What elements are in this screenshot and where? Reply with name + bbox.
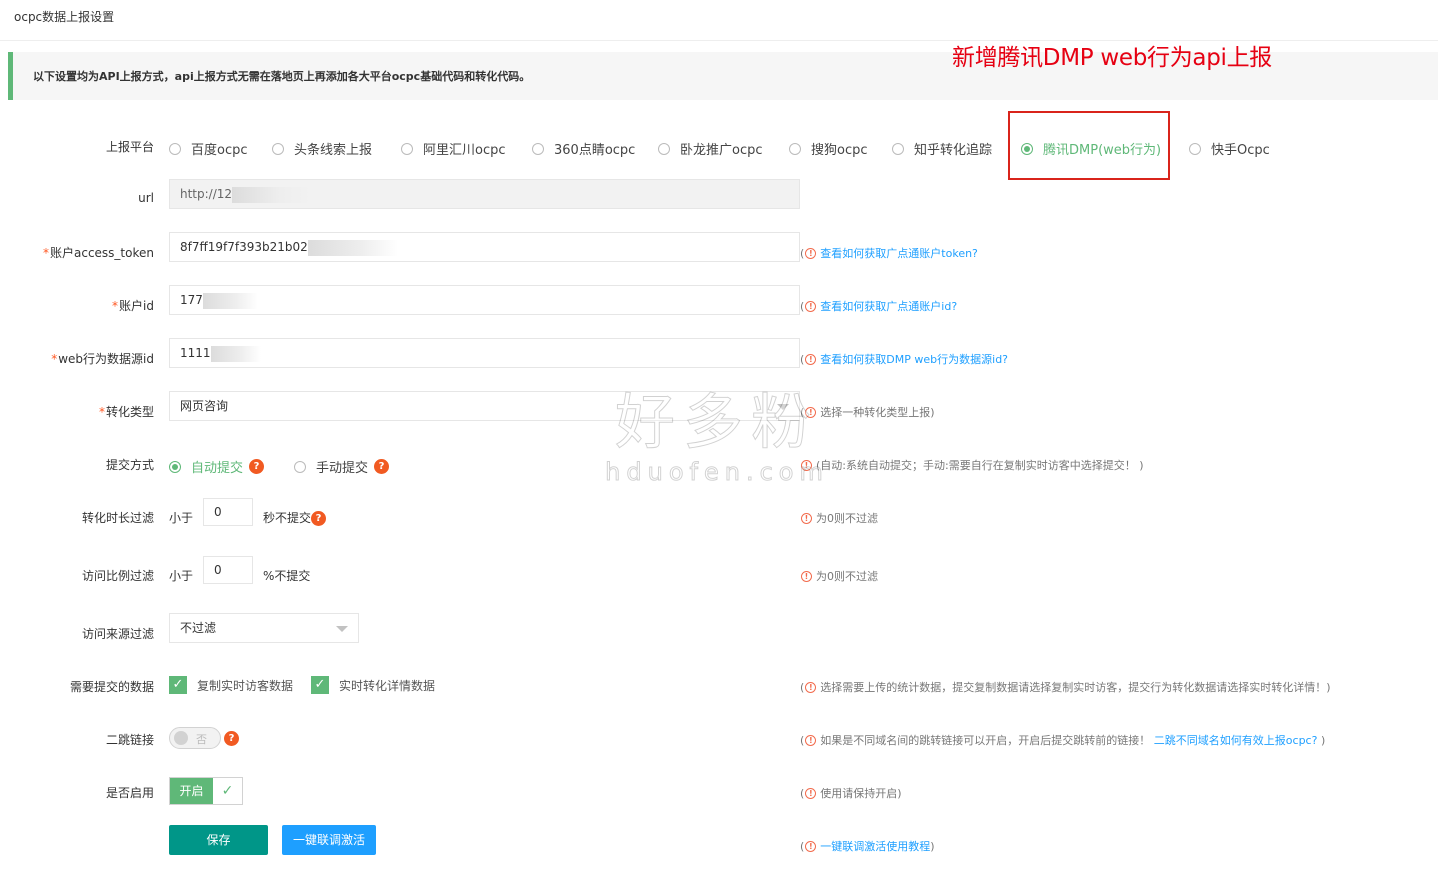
web-source-id-input[interactable]: 1111	[169, 338, 800, 368]
annotation-highlight-box	[1008, 111, 1170, 180]
annotation-text: 新增腾讯DMP web行为api上报	[952, 45, 1272, 71]
data-to-submit-help: (! 选择需要上传的统计数据，提交复制数据请选择复制实时访客，提交行为转化数据请选…	[800, 680, 1331, 695]
account-id-input[interactable]: 177	[169, 285, 800, 315]
info-icon: !	[805, 300, 817, 312]
redirect-link-help: (! 如果是不同域名间的跳转链接可以开启，开启后提交跳转前的链接！ 二跳不同域名如…	[800, 732, 1326, 748]
radio-circle-icon	[169, 142, 181, 155]
radio-circle-icon	[401, 142, 413, 155]
info-icon: !	[801, 459, 812, 471]
platform-option-ali[interactable]: 阿里汇川ocpc	[401, 139, 506, 158]
info-icon: !	[805, 787, 817, 799]
info-icon: !	[805, 406, 817, 418]
radio-circle-icon	[532, 142, 544, 155]
info-icon: !	[805, 734, 817, 746]
submit-mode-label: 提交方式	[105, 458, 154, 472]
ratio-filter-help: ! 为0则不过滤	[800, 568, 878, 584]
info-icon: !	[805, 247, 817, 259]
ratio-filter-prefix: 小于	[169, 569, 194, 583]
ratio-filter-suffix: %不提交	[263, 569, 311, 583]
check-icon: ✓	[169, 676, 187, 694]
web-source-id-help: (! 查看如何获取DMP web行为数据源id?	[800, 351, 1009, 367]
platform-option-wolong[interactable]: 卧龙推广ocpc	[658, 139, 763, 158]
platform-option-360[interactable]: 360点睛ocpc	[532, 139, 635, 158]
redirect-link-label: 二跳链接	[105, 733, 154, 747]
redacted-blur	[210, 345, 261, 362]
save-button[interactable]: 保存	[169, 825, 268, 855]
info-icon: !	[805, 353, 817, 365]
conversion-type-label: *转化类型	[98, 405, 154, 419]
platform-option-sogou[interactable]: 搜狗ocpc	[789, 139, 868, 158]
submit-mode-auto[interactable]: 自动提交?	[169, 457, 265, 476]
duration-filter-help: ! 为0则不过滤	[800, 510, 878, 526]
question-icon[interactable]: ?	[374, 459, 390, 474]
web-source-id-help-link[interactable]: 查看如何获取DMP web行为数据源id?	[820, 351, 1008, 367]
chevron-down-icon	[777, 404, 789, 410]
source-filter-label: 访问来源过滤	[81, 627, 154, 641]
redirect-link-toggle[interactable]: 否	[169, 727, 221, 749]
submit-mode-help: ! (自动:系统自动提交；手动:需要自行在复制实时访客中选择提交！ )	[800, 457, 1144, 473]
data-to-submit-label: 需要提交的数据	[69, 680, 154, 694]
check-icon: ✓	[311, 676, 329, 694]
platform-option-baidu[interactable]: 百度ocpc	[169, 139, 248, 158]
ratio-filter-label: 访问比例过滤	[81, 569, 154, 583]
page-title: ocpc数据上报设置	[14, 10, 115, 24]
enabled-help: (! 使用请保持开启)	[800, 786, 902, 801]
radio-circle-icon	[789, 142, 801, 155]
source-filter-select[interactable]: 不过滤	[169, 613, 359, 643]
url-label: url	[138, 191, 154, 205]
info-icon: !	[801, 570, 812, 582]
access-token-label: *账户access_token	[43, 246, 154, 260]
ratio-filter-input[interactable]: 0	[203, 556, 253, 584]
duration-filter-suffix: 秒不提交?	[263, 509, 327, 526]
redacted-blur	[202, 292, 258, 309]
redirect-link-help-link[interactable]: 二跳不同域名如何有效上报ocpc?	[1154, 732, 1318, 748]
conversion-type-select[interactable]: 网页咨询	[169, 391, 800, 421]
radio-circle-icon	[1189, 142, 1201, 155]
checkbox-copy-visitor[interactable]: ✓ 复制实时访客数据	[169, 676, 293, 694]
question-icon[interactable]: ?	[249, 459, 265, 474]
platform-option-toutiao[interactable]: 头条线索上报	[272, 139, 372, 158]
enabled-checkbox[interactable]: 开启 ✓	[169, 777, 243, 805]
test-help: (! 一键联调激活使用教程)	[800, 838, 935, 854]
access-token-help: (! 查看如何获取广点通账户token?	[800, 245, 978, 261]
redacted-blur	[232, 186, 313, 203]
info-icon: !	[801, 512, 812, 524]
platform-label: 上报平台	[105, 140, 154, 154]
account-id-help-link[interactable]: 查看如何获取广点通账户id?	[820, 298, 957, 314]
radio-circle-icon	[272, 142, 284, 155]
access-token-help-link[interactable]: 查看如何获取广点通账户token?	[820, 245, 978, 261]
checkbox-conversion-detail[interactable]: ✓ 实时转化详情数据	[311, 676, 435, 694]
test-help-link[interactable]: 一键联调激活使用教程	[820, 838, 930, 854]
duration-filter-label: 转化时长过滤	[81, 511, 154, 525]
radio-circle-icon	[658, 142, 670, 155]
redacted-blur	[307, 239, 398, 256]
notice-text: 以下设置均为API上报方式，api上报方式无需在落地页上再添加各大平台ocpc基…	[33, 70, 531, 83]
conversion-type-help: (! 选择一种转化类型上报)	[800, 405, 935, 420]
url-input: http://12	[169, 179, 800, 209]
info-icon: !	[805, 840, 817, 852]
one-click-test-button[interactable]: 一键联调激活	[282, 825, 376, 855]
question-icon[interactable]: ?	[311, 511, 327, 526]
duration-filter-input[interactable]: 0	[203, 498, 253, 526]
account-id-help: (! 查看如何获取广点通账户id?	[800, 298, 958, 314]
question-icon[interactable]: ?	[224, 731, 239, 746]
toggle-knob	[174, 731, 188, 745]
duration-filter-prefix: 小于	[169, 511, 194, 525]
account-id-label: *账户id	[112, 299, 154, 313]
chevron-down-icon	[336, 626, 348, 632]
submit-mode-manual[interactable]: 手动提交?	[294, 457, 390, 476]
radio-circle-icon	[294, 460, 306, 473]
info-icon: !	[805, 681, 817, 693]
check-icon: ✓	[221, 783, 234, 799]
radio-circle-icon	[892, 142, 904, 155]
platform-option-kuaishou[interactable]: 快手Ocpc	[1189, 139, 1270, 158]
enabled-label: 是否启用	[105, 786, 154, 800]
platform-option-zhihu[interactable]: 知乎转化追踪	[892, 139, 992, 158]
access-token-input[interactable]: 8f7ff19f7f393b21b02	[169, 232, 800, 262]
radio-checked-icon	[169, 460, 181, 473]
web-source-id-label: *web行为数据源id	[51, 352, 154, 366]
